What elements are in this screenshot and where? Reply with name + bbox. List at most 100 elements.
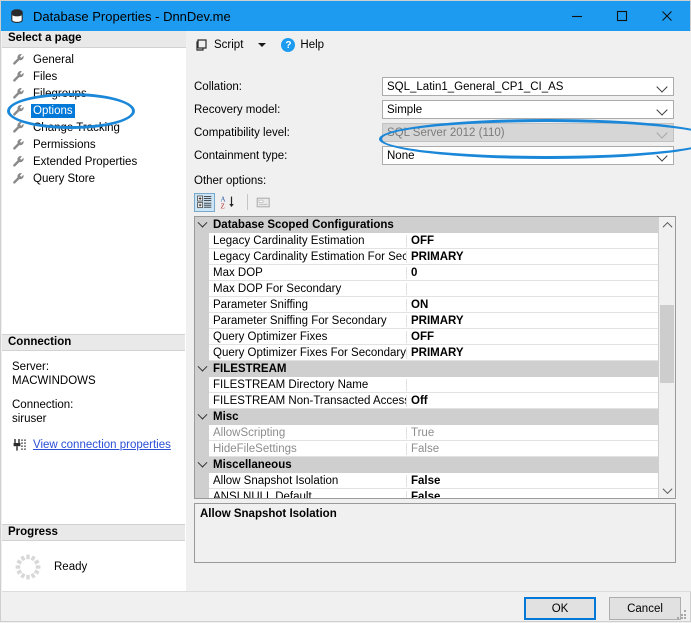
progress-header: Progress: [2, 524, 185, 541]
other-options-label: Other options:: [194, 175, 267, 187]
grid-row-value[interactable]: OFF: [407, 331, 658, 343]
grid-category-database-scoped-configurations[interactable]: Database Scoped Configurations: [195, 217, 658, 233]
grid-row-max-dop-for-secondary[interactable]: Max DOP For Secondary: [195, 280, 658, 297]
property-grid-scrollbar[interactable]: [658, 217, 675, 498]
grid-row-allow-snapshot-isolation[interactable]: Allow Snapshot Isolation False: [195, 472, 658, 489]
grid-category-misc[interactable]: Misc: [195, 409, 658, 425]
script-dropdown-button[interactable]: [247, 34, 270, 56]
minimize-button[interactable]: [554, 1, 599, 31]
chevron-down-icon[interactable]: [195, 409, 209, 425]
grid-row-value[interactable]: OFF: [407, 235, 658, 247]
title-bar: Database Properties - DnnDev.me: [1, 1, 690, 31]
grid-row-name: Max DOP For Secondary: [209, 282, 407, 295]
grid-row-name: Max DOP: [209, 266, 407, 279]
field-row-compatibility-level: Compatibility level: SQL Server 2012 (110…: [194, 123, 691, 142]
grid-category-label: FILESTREAM: [213, 363, 287, 375]
grid-row-parameter-sniffing-for-secondary[interactable]: Parameter Sniffing For Secondary PRIMARY: [195, 312, 658, 329]
chevron-down-icon[interactable]: [195, 361, 209, 377]
grid-row-filestream-directory-name[interactable]: FILESTREAM Directory Name: [195, 376, 658, 393]
connection-header: Connection: [2, 334, 185, 351]
grid-row-gutter: [195, 344, 209, 361]
property-pages-button[interactable]: [253, 193, 274, 212]
resize-grip[interactable]: [677, 610, 687, 620]
grid-category-filestream[interactable]: FILESTREAM: [195, 361, 658, 377]
sidebar-item-extended-properties[interactable]: Extended Properties: [2, 153, 186, 170]
field-row-recovery-model: Recovery model: Simple: [194, 100, 691, 119]
grid-row-filestream-non-transacted-access[interactable]: FILESTREAM Non-Transacted Access Off: [195, 392, 658, 409]
grid-row-name: ANSI NULL Default: [209, 490, 407, 498]
plug-icon: [12, 438, 28, 452]
grid-row-gutter: [195, 376, 209, 393]
close-button[interactable]: [644, 1, 690, 31]
grid-row-allowscripting[interactable]: AllowScripting True: [195, 424, 658, 441]
sidebar-item-files[interactable]: Files: [2, 68, 186, 85]
view-connection-properties-row[interactable]: View connection properties: [12, 438, 185, 452]
label-compatibility-level: Compatibility level:: [194, 126, 290, 139]
scroll-up-icon[interactable]: [659, 217, 675, 233]
grid-row-hidefilesettings[interactable]: HideFileSettings False: [195, 440, 658, 457]
grid-row-value[interactable]: PRIMARY: [407, 251, 658, 263]
grid-row-name: Legacy Cardinality Estimation: [209, 234, 407, 247]
sidebar-item-query-store[interactable]: Query Store: [2, 170, 186, 187]
script-button[interactable]: Script: [191, 34, 247, 56]
dialog-footer: OK Cancel: [2, 591, 691, 623]
cancel-button[interactable]: Cancel: [609, 597, 681, 620]
chevron-down-icon[interactable]: [195, 217, 209, 233]
grid-row-query-optimizer-fixes[interactable]: Query Optimizer Fixes OFF: [195, 328, 658, 345]
recovery-model-value: Simple: [387, 103, 423, 116]
sidebar-item-change-tracking[interactable]: Change Tracking: [2, 119, 186, 136]
sidebar-item-general[interactable]: General: [2, 51, 186, 68]
sidebar-item-options[interactable]: Options: [2, 102, 186, 119]
grid-row-ansi-null-default[interactable]: ANSI NULL Default False: [195, 488, 658, 499]
ok-button[interactable]: OK: [524, 597, 596, 620]
grid-row-value[interactable]: True: [407, 427, 658, 439]
grid-row-value[interactable]: False: [407, 475, 658, 487]
chevron-down-icon: [656, 81, 668, 93]
chevron-down-icon[interactable]: [195, 457, 209, 473]
containment-type-value: None: [387, 149, 415, 162]
grid-row-value[interactable]: False: [407, 443, 658, 455]
wrench-icon: [12, 138, 25, 151]
scroll-down-icon[interactable]: [659, 482, 675, 498]
grid-row-value[interactable]: 0: [407, 267, 658, 279]
view-connection-properties-link[interactable]: View connection properties: [33, 439, 171, 451]
containment-type-dropdown[interactable]: None: [382, 146, 674, 165]
grid-row-name: HideFileSettings: [209, 442, 407, 455]
grid-row-parameter-sniffing[interactable]: Parameter Sniffing ON: [195, 296, 658, 313]
grid-row-gutter: [195, 328, 209, 345]
alphabetical-sort-button[interactable]: A Z: [218, 193, 239, 212]
grid-row-value[interactable]: PRIMARY: [407, 315, 658, 327]
sidebar-item-filegroups[interactable]: Filegroups: [2, 85, 186, 102]
dialog-toolbar: Script ? Help: [186, 31, 691, 59]
grid-row-name: Parameter Sniffing For Secondary: [209, 314, 407, 327]
help-button[interactable]: ? Help: [277, 34, 328, 56]
grid-row-value[interactable]: Off: [407, 395, 658, 407]
maximize-button[interactable]: [599, 1, 644, 31]
grid-row-value[interactable]: ON: [407, 299, 658, 311]
sidebar-item-permissions[interactable]: Permissions: [2, 136, 186, 153]
grid-row-value[interactable]: False: [407, 491, 658, 499]
property-grid[interactable]: Database Scoped Configurations Legacy Car…: [194, 216, 676, 499]
grid-row-legacy-cardinality-estimation[interactable]: Legacy Cardinality Estimation OFF: [195, 232, 658, 249]
progress-body: Ready: [2, 541, 185, 581]
compatibility-level-dropdown: SQL Server 2012 (110): [382, 123, 674, 142]
connection-value: siruser: [12, 413, 47, 425]
collation-dropdown[interactable]: SQL_Latin1_General_CP1_CI_AS: [382, 77, 674, 96]
grid-row-name: FILESTREAM Directory Name: [209, 378, 407, 391]
grid-row-max-dop[interactable]: Max DOP 0: [195, 264, 658, 281]
svg-text:Z: Z: [221, 202, 225, 209]
grid-category-miscellaneous[interactable]: Miscellaneous: [195, 457, 658, 473]
grid-row-query-optimizer-fixes-for-secondary[interactable]: Query Optimizer Fixes For Secondary PRIMA…: [195, 344, 658, 361]
right-panel: Script ? Help Collation: SQL_Latin1_Gener…: [186, 31, 691, 591]
categorized-view-button[interactable]: [194, 192, 215, 212]
grid-row-legacy-cardinality-estimation-for-secondary[interactable]: Legacy Cardinality Estimation For Second…: [195, 248, 658, 265]
chevron-down-icon: [656, 150, 668, 162]
grid-row-value[interactable]: PRIMARY: [407, 347, 658, 359]
label-recovery-model: Recovery model:: [194, 103, 281, 116]
compatibility-level-value: SQL Server 2012 (110): [387, 126, 505, 139]
scrollbar-thumb[interactable]: [660, 305, 674, 383]
grid-row-name: Allow Snapshot Isolation: [209, 474, 407, 487]
recovery-model-dropdown[interactable]: Simple: [382, 100, 674, 119]
connection-body: Server: MACWINDOWS Connection: siruser V…: [2, 351, 185, 452]
property-grid-rows-area: Database Scoped Configurations Legacy Car…: [195, 217, 658, 498]
